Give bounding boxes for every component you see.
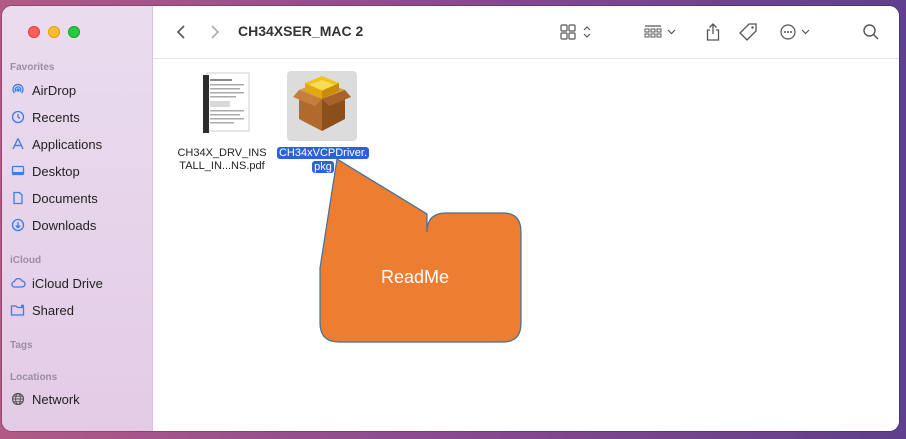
sidebar-item-label: AirDrop: [32, 82, 77, 98]
chevron-right-icon: [211, 25, 220, 39]
zoom-window-button[interactable]: [68, 26, 80, 38]
more-actions-button[interactable]: [779, 22, 817, 42]
callout-text: ReadMe: [381, 267, 450, 287]
chevron-left-icon: [176, 25, 185, 39]
desktop-icon: [10, 163, 26, 179]
callout-shape: [319, 158, 522, 343]
sidebar-item-label: iCloud Drive: [32, 275, 103, 291]
cloud-icon: [10, 275, 26, 291]
minimize-window-button[interactable]: [48, 26, 60, 38]
sidebar-item-label: Network: [32, 391, 80, 407]
sidebar-item-label: Downloads: [32, 217, 97, 233]
group-icon: [644, 25, 676, 38]
applications-icon: [10, 136, 26, 152]
grid-view-icon: [560, 24, 591, 40]
sidebar-item-network[interactable]: Network: [10, 387, 146, 411]
sidebar-item-icloud-drive[interactable]: iCloud Drive: [10, 271, 146, 295]
ellipsis-circle-icon: [780, 24, 810, 40]
sidebar-item-label: Desktop: [32, 163, 80, 179]
sidebar-item-desktop[interactable]: Desktop: [10, 159, 146, 183]
share-button[interactable]: [703, 22, 723, 42]
toolbar: CH34XSER_MAC 2: [153, 6, 899, 59]
sidebar: Favorites AirDrop Recents Applications D…: [2, 6, 153, 431]
search-button[interactable]: [861, 22, 881, 42]
sidebar-item-label: Documents: [32, 190, 98, 206]
finder-window: Favorites AirDrop Recents Applications D…: [2, 6, 899, 431]
download-icon: [10, 217, 26, 233]
sidebar-item-shared[interactable]: Shared: [10, 298, 146, 322]
forward-button[interactable]: [207, 22, 223, 42]
sidebar-item-downloads[interactable]: Downloads: [10, 213, 146, 237]
share-icon: [706, 23, 720, 41]
sidebar-item-airdrop[interactable]: AirDrop: [10, 78, 146, 102]
sidebar-item-documents[interactable]: Documents: [10, 186, 146, 210]
section-label-favorites: Favorites: [10, 62, 55, 73]
view-mode-button[interactable]: [559, 22, 595, 42]
globe-icon: [10, 391, 26, 407]
file-browser-content: CH34X_DRV_INS TALL_IN...NS.pdf CH34xVCPD…: [153, 59, 899, 431]
shared-folder-icon: [10, 302, 26, 318]
sidebar-item-recents[interactable]: Recents: [10, 105, 146, 129]
window-title: CH34XSER_MAC 2: [238, 23, 364, 39]
close-window-button[interactable]: [28, 26, 40, 38]
document-icon: [10, 190, 26, 206]
tag-button[interactable]: [737, 22, 759, 42]
tag-icon: [739, 23, 757, 41]
search-icon: [863, 24, 879, 40]
clock-icon: [10, 109, 26, 125]
airdrop-icon: [10, 82, 26, 98]
sidebar-item-label: Shared: [32, 302, 74, 318]
section-label-icloud: iCloud: [10, 255, 42, 266]
section-label-locations: Locations: [10, 372, 58, 383]
sidebar-item-label: Applications: [32, 136, 103, 152]
group-button[interactable]: [643, 22, 683, 42]
sidebar-item-label: Recents: [32, 109, 80, 125]
section-label-tags: Tags: [10, 340, 33, 351]
sidebar-item-applications[interactable]: Applications: [10, 132, 146, 156]
back-button[interactable]: [173, 22, 189, 42]
